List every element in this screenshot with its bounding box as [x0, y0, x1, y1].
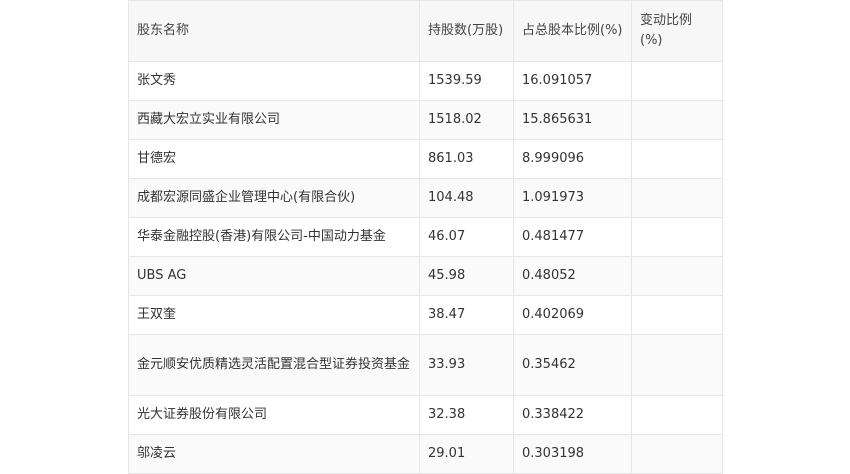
cell-ratio: 15.865631	[513, 100, 632, 140]
cell-change	[631, 139, 723, 179]
cell-ratio: 0.35462	[513, 334, 632, 396]
cell-name: 西藏大宏立实业有限公司	[128, 100, 420, 140]
cell-change	[631, 395, 723, 435]
header-change: 变动比例(%)	[631, 0, 723, 62]
cell-ratio: 1.091973	[513, 178, 632, 218]
cell-name: 甘德宏	[128, 139, 420, 179]
cell-change	[631, 217, 723, 257]
cell-change	[631, 61, 723, 101]
shareholder-table: 股东名称 持股数(万股) 占总股本比例(%) 变动比例(%) 张文秀 1539.…	[128, 0, 723, 474]
table-body: 张文秀 1539.59 16.091057 西藏大宏立实业有限公司 1518.0…	[128, 61, 723, 474]
cell-ratio: 16.091057	[513, 61, 632, 101]
cell-ratio: 0.303198	[513, 434, 632, 474]
cell-name: 王双奎	[128, 295, 420, 335]
cell-name: 华泰金融控股(香港)有限公司-中国动力基金	[128, 217, 420, 257]
cell-shares: 46.07	[419, 217, 514, 257]
cell-name: 金元顺安优质精选灵活配置混合型证券投资基金	[128, 334, 420, 396]
table-row: 成都宏源同盛企业管理中心(有限合伙) 104.48 1.091973	[128, 178, 723, 218]
header-ratio: 占总股本比例(%)	[513, 0, 632, 62]
header-row: 股东名称 持股数(万股) 占总股本比例(%) 变动比例(%)	[128, 0, 723, 62]
table-row: 光大证券股份有限公司 32.38 0.338422	[128, 395, 723, 435]
cell-ratio: 8.999096	[513, 139, 632, 179]
cell-shares: 1518.02	[419, 100, 514, 140]
cell-name: 张文秀	[128, 61, 420, 101]
table-row: 王双奎 38.47 0.402069	[128, 295, 723, 335]
table-row: 张文秀 1539.59 16.091057	[128, 61, 723, 101]
cell-change	[631, 295, 723, 335]
cell-shares: 33.93	[419, 334, 514, 396]
table-row: 甘德宏 861.03 8.999096	[128, 139, 723, 179]
cell-ratio: 0.481477	[513, 217, 632, 257]
cell-change	[631, 178, 723, 218]
table-row: 金元顺安优质精选灵活配置混合型证券投资基金 33.93 0.35462	[128, 334, 723, 396]
cell-shares: 32.38	[419, 395, 514, 435]
cell-shares: 45.98	[419, 256, 514, 296]
cell-name: 光大证券股份有限公司	[128, 395, 420, 435]
shareholder-table-container: 股东名称 持股数(万股) 占总股本比例(%) 变动比例(%) 张文秀 1539.…	[128, 0, 723, 474]
table-row: 邬凌云 29.01 0.303198	[128, 434, 723, 474]
cell-name: 成都宏源同盛企业管理中心(有限合伙)	[128, 178, 420, 218]
cell-name: 邬凌云	[128, 434, 420, 474]
table-header: 股东名称 持股数(万股) 占总股本比例(%) 变动比例(%)	[128, 0, 723, 62]
cell-ratio: 0.48052	[513, 256, 632, 296]
cell-change	[631, 434, 723, 474]
cell-change	[631, 100, 723, 140]
cell-name: UBS AG	[128, 256, 420, 296]
table-row: UBS AG 45.98 0.48052	[128, 256, 723, 296]
cell-shares: 38.47	[419, 295, 514, 335]
cell-shares: 104.48	[419, 178, 514, 218]
cell-ratio: 0.402069	[513, 295, 632, 335]
cell-change	[631, 334, 723, 396]
cell-change	[631, 256, 723, 296]
cell-ratio: 0.338422	[513, 395, 632, 435]
cell-shares: 29.01	[419, 434, 514, 474]
header-shares: 持股数(万股)	[419, 0, 514, 62]
table-row: 西藏大宏立实业有限公司 1518.02 15.865631	[128, 100, 723, 140]
header-shareholder-name: 股东名称	[128, 0, 420, 62]
cell-shares: 1539.59	[419, 61, 514, 101]
cell-shares: 861.03	[419, 139, 514, 179]
table-row: 华泰金融控股(香港)有限公司-中国动力基金 46.07 0.481477	[128, 217, 723, 257]
